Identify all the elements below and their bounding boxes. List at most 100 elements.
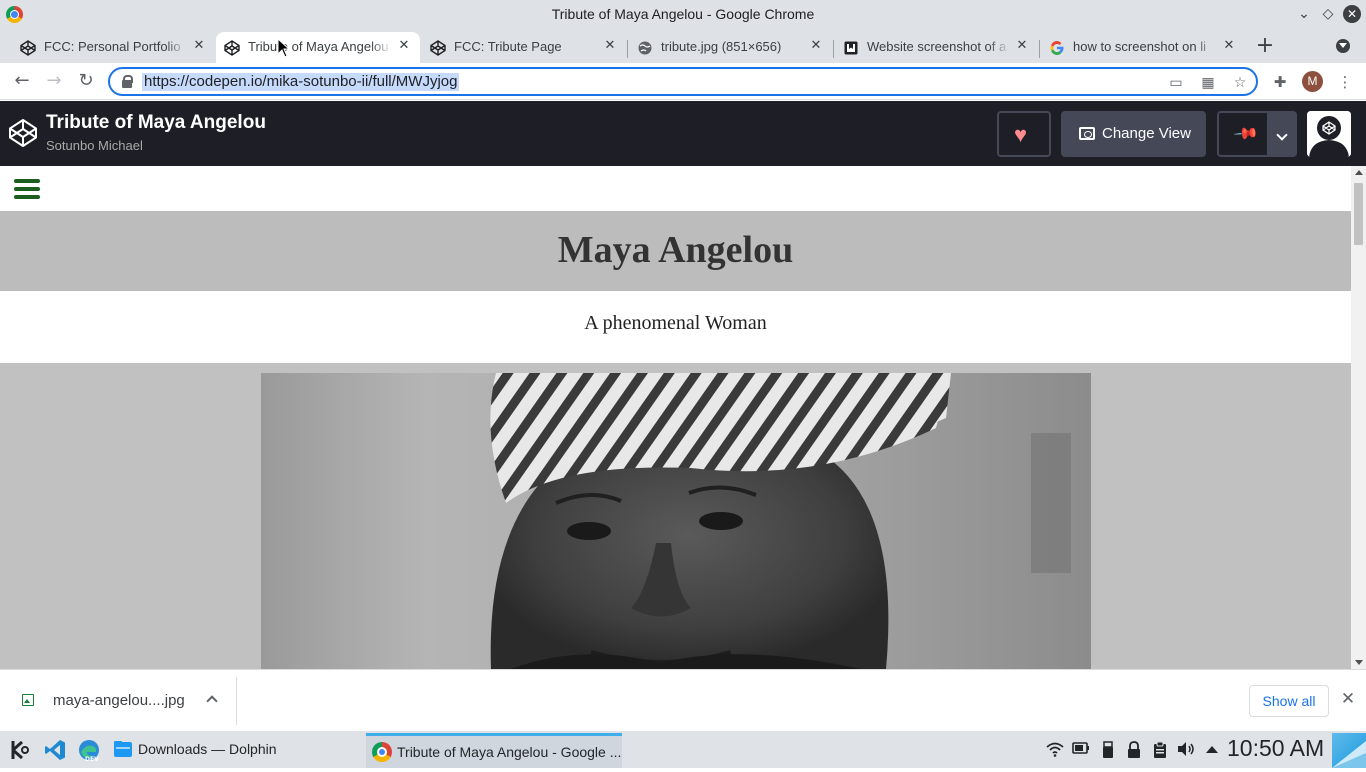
tab-strip: FCC: Personal Portfolio ✕ Tribute of May… <box>0 29 1366 63</box>
minimize-icon[interactable]: ⌄ <box>1295 5 1313 23</box>
maximize-icon[interactable]: ◇ <box>1319 5 1337 23</box>
codepen-icon <box>20 40 36 56</box>
more-menu-icon[interactable]: ⋮ <box>1335 72 1355 92</box>
volume-icon[interactable] <box>1177 741 1195 759</box>
system-taskbar: DEV Downloads — Dolphin Tribute of Maya … <box>0 731 1366 768</box>
download-file-name[interactable]: maya-angelou....jpg <box>53 692 185 709</box>
shelf-divider <box>236 677 237 725</box>
change-view-button[interactable]: Change View <box>1061 111 1206 157</box>
tab-divider <box>627 40 628 58</box>
close-tab-icon[interactable]: ✕ <box>1221 38 1237 54</box>
new-tab-button[interactable]: + <box>1255 35 1275 57</box>
tab-label: how to screenshot on li <box>1073 39 1206 54</box>
edge-dev-icon[interactable]: DEV <box>77 738 101 762</box>
heart-icon: ♥ <box>1014 122 1028 147</box>
google-icon <box>1050 41 1064 55</box>
kde-launcher-icon[interactable] <box>7 738 31 762</box>
tab-label: FCC: Personal Portfolio <box>44 39 181 54</box>
usb-device-icon[interactable] <box>1099 741 1117 759</box>
tab-search-icon[interactable] <box>1336 39 1350 53</box>
lock-icon[interactable] <box>122 75 133 88</box>
pen-title: Tribute of Maya Angelou <box>46 112 266 133</box>
pen-author[interactable]: Sotunbo Michael <box>46 138 143 153</box>
mouse-cursor-icon <box>277 38 291 58</box>
close-window-icon[interactable]: ✕ <box>1343 5 1361 23</box>
url-text[interactable]: https://codepen.io/mika-sotunbo-ii/full/… <box>142 73 460 91</box>
tab-label: Tribute of Maya Angelou <box>248 39 389 54</box>
scroll-down-icon[interactable] <box>1355 660 1363 665</box>
lock-screen-icon[interactable] <box>1125 741 1143 759</box>
image-file-icon <box>22 694 34 706</box>
taskbar-task-dolphin[interactable]: Downloads — Dolphin <box>107 733 364 768</box>
extensions-puzzle-icon[interactable]: ✚ <box>1270 72 1290 92</box>
page-viewport: Maya Angelou A phenomenal Woman <box>0 166 1351 669</box>
tab-website-screenshot[interactable]: Website screenshot of a ✕ <box>835 32 1038 63</box>
portrait-illustration <box>490 373 1071 669</box>
scroll-up-icon[interactable] <box>1355 170 1363 175</box>
bookmark-star-icon[interactable]: ☆ <box>1232 75 1248 91</box>
page-title: Maya Angelou <box>557 229 794 271</box>
close-tab-icon[interactable]: ✕ <box>1014 38 1030 54</box>
svg-text:DEV: DEV <box>85 756 99 762</box>
codepen-icon <box>430 40 446 56</box>
show-all-button[interactable]: Show all <box>1249 685 1329 717</box>
tab-tribute-jpg[interactable]: tribute.jpg (851×656) ✕ <box>629 32 832 63</box>
site-nav <box>0 166 1351 211</box>
pin-icon: 📌 <box>1232 121 1259 148</box>
codepen-header: Tribute of Maya Angelou Sotunbo Michael … <box>0 101 1366 166</box>
vscode-icon[interactable] <box>43 738 67 762</box>
eye-icon <box>1079 127 1095 140</box>
tab-label: Website screenshot of a <box>867 39 1007 54</box>
pin-button[interactable]: 📌 <box>1217 111 1269 157</box>
close-tab-icon[interactable]: ✕ <box>396 38 412 54</box>
codepen-logo-icon[interactable] <box>8 118 38 148</box>
globe-icon <box>638 41 652 55</box>
portrait-image <box>261 373 1091 669</box>
profile-avatar[interactable]: M <box>1302 71 1323 92</box>
peek-desktop-icon <box>1332 741 1366 768</box>
page-subtitle: A phenomenal Woman <box>584 312 767 334</box>
tab-label: FCC: Tribute Page <box>454 39 562 54</box>
change-view-label: Change View <box>1102 125 1191 142</box>
show-desktop-button[interactable] <box>1332 733 1366 768</box>
clipboard-icon[interactable] <box>1151 741 1169 759</box>
tab-tribute-maya-angelou[interactable]: Tribute of Maya Angelou ✕ <box>216 32 420 63</box>
reload-icon[interactable]: ↻ <box>74 69 98 93</box>
cast-icon[interactable]: ▭ <box>1168 75 1184 91</box>
tab-label: tribute.jpg (851×656) <box>661 39 782 54</box>
qr-code-icon[interactable]: ▦ <box>1200 75 1216 91</box>
battery-icon[interactable] <box>1072 741 1090 759</box>
tab-personal-portfolio[interactable]: FCC: Personal Portfolio ✕ <box>12 32 215 63</box>
window-title-bar: Tribute of Maya Angelou - Google Chrome … <box>0 0 1366 29</box>
download-shelf: maya-angelou....jpg Show all ✕ <box>0 669 1366 731</box>
folder-icon <box>114 741 132 757</box>
scrollbar-thumb[interactable] <box>1354 183 1363 245</box>
taskbar-clock[interactable]: 10:50 AM <box>1227 735 1324 762</box>
forward-arrow-icon[interactable]: → <box>42 69 66 93</box>
browser-toolbar: ← → ↻ https://codepen.io/mika-sotunbo-ii… <box>0 63 1366 100</box>
tab-tribute-page[interactable]: FCC: Tribute Page ✕ <box>422 32 626 63</box>
chevron-up-icon[interactable] <box>206 695 218 707</box>
close-tab-icon[interactable]: ✕ <box>808 38 824 54</box>
wifi-icon[interactable] <box>1046 741 1064 759</box>
like-button[interactable]: ♥ <box>997 111 1051 157</box>
taskbar-task-chrome[interactable]: Tribute of Maya Angelou - Google ... <box>366 733 622 768</box>
close-shelf-icon[interactable]: ✕ <box>1339 690 1357 708</box>
user-avatar[interactable] <box>1307 111 1351 157</box>
chrome-logo-icon <box>372 742 392 762</box>
tab-divider <box>833 40 834 58</box>
tray-expand-arrow-icon[interactable] <box>1203 741 1221 759</box>
tab-divider <box>1039 40 1040 58</box>
window-title: Tribute of Maya Angelou - Google Chrome <box>551 6 815 22</box>
close-tab-icon[interactable]: ✕ <box>602 38 618 54</box>
close-tab-icon[interactable]: ✕ <box>191 38 207 54</box>
pin-dropdown-button[interactable] <box>1269 111 1297 157</box>
hero-banner: Maya Angelou <box>0 211 1351 291</box>
avatar-silhouette-icon <box>1307 111 1351 157</box>
hamburger-menu-icon[interactable] <box>14 179 40 199</box>
back-arrow-icon[interactable]: ← <box>10 69 34 93</box>
address-bar[interactable]: https://codepen.io/mika-sotunbo-ii/full/… <box>108 67 1258 96</box>
vertical-scrollbar[interactable] <box>1351 166 1366 669</box>
tab-how-to-screenshot[interactable]: how to screenshot on li ✕ <box>1041 32 1245 63</box>
task-label: Downloads — Dolphin <box>138 741 277 757</box>
